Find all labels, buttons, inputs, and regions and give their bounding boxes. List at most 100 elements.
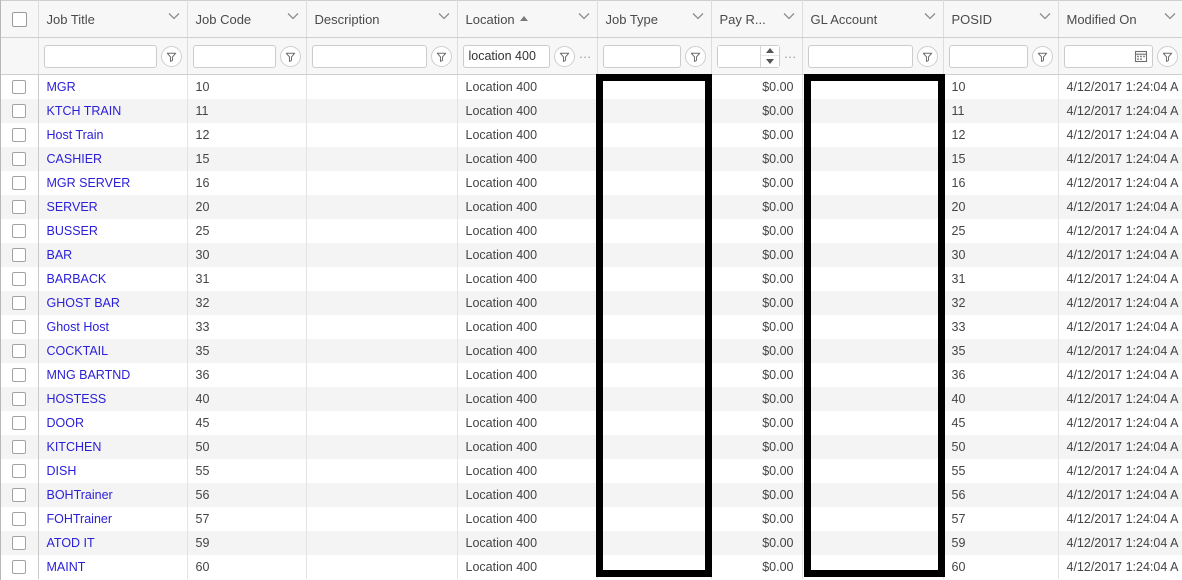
select-all-checkbox[interactable]: [11, 12, 27, 28]
job-title-link[interactable]: ATOD IT: [47, 536, 95, 550]
table-row[interactable]: ATOD IT 59 Location 400 $0.00 59 4/12/2017 1:…: [1, 530, 1182, 555]
row-select-cell[interactable]: [1, 386, 39, 411]
description-filter-input[interactable]: [311, 44, 427, 68]
column-header-pay-rate[interactable]: Pay R...: [711, 0, 803, 38]
job-code-filter-input[interactable]: [192, 44, 276, 68]
job-title-link[interactable]: FOHTrainer: [47, 512, 113, 526]
row-select-checkbox[interactable]: [12, 247, 27, 262]
table-row[interactable]: CASHIER 15 Location 400 $0.00 15 4/12/2017 1:…: [1, 146, 1182, 171]
row-select-checkbox[interactable]: [12, 367, 27, 382]
table-row[interactable]: SERVER 20 Location 400 $0.00 20 4/12/2017 1:2…: [1, 194, 1182, 219]
calendar-icon[interactable]: [1130, 44, 1153, 68]
job-title-link[interactable]: MGR SERVER: [47, 176, 131, 190]
location-filter-more-ellipsis[interactable]: ...: [579, 46, 591, 67]
gl-account-filter-input[interactable]: [807, 44, 913, 68]
chevron-down-icon[interactable]: [1163, 9, 1177, 23]
table-row[interactable]: DOOR 45 Location 400 $0.00 45 4/12/2017 1:24:…: [1, 410, 1182, 435]
job-title-link[interactable]: BUSSER: [47, 224, 98, 238]
spinner-down-icon[interactable]: [761, 56, 780, 67]
job-title-link[interactable]: Ghost Host: [47, 320, 110, 334]
row-select-checkbox[interactable]: [12, 151, 27, 166]
job-title-link[interactable]: BARBACK: [47, 272, 107, 286]
cell-job-title[interactable]: GHOST BAR: [38, 290, 188, 315]
column-header-gl-account[interactable]: GL Account: [802, 0, 944, 38]
row-select-checkbox[interactable]: [12, 103, 27, 118]
row-select-cell[interactable]: [1, 506, 39, 531]
row-select-checkbox[interactable]: [12, 175, 27, 190]
table-row[interactable]: MGR 10 Location 400 $0.00 10 4/12/2017 1:24:0…: [1, 74, 1182, 99]
row-select-checkbox[interactable]: [12, 511, 27, 526]
column-header-job-type[interactable]: Job Type: [597, 0, 712, 38]
table-row[interactable]: BAR 30 Location 400 $0.00 30 4/12/2017 1:24:0…: [1, 242, 1182, 267]
chevron-down-icon[interactable]: [437, 9, 451, 23]
row-select-cell[interactable]: [1, 242, 39, 267]
table-row[interactable]: MNG BARTND 36 Location 400 $0.00 36 4/12/2017…: [1, 362, 1182, 387]
table-row[interactable]: KITCHEN 50 Location 400 $0.00 50 4/12/2017 1:…: [1, 434, 1182, 459]
location-filter-operator-button[interactable]: [554, 45, 576, 67]
cell-job-title[interactable]: FOHTrainer: [38, 506, 188, 531]
row-select-cell[interactable]: [1, 170, 39, 195]
chevron-down-icon[interactable]: [577, 9, 591, 23]
cell-job-title[interactable]: DOOR: [38, 410, 188, 435]
row-select-checkbox[interactable]: [12, 271, 27, 286]
description-filter-operator-button[interactable]: [430, 45, 452, 67]
row-select-checkbox[interactable]: [12, 343, 27, 358]
job-title-link[interactable]: COCKTAIL: [47, 344, 109, 358]
cell-job-title[interactable]: ATOD IT: [38, 530, 188, 555]
cell-job-title[interactable]: COCKTAIL: [38, 338, 188, 363]
cell-job-title[interactable]: Ghost Host: [38, 314, 188, 339]
job-title-link[interactable]: MAINT: [47, 560, 86, 574]
posid-filter-input[interactable]: [948, 44, 1028, 68]
cell-job-title[interactable]: DISH: [38, 458, 188, 483]
row-select-cell[interactable]: [1, 122, 39, 147]
job-title-link[interactable]: MNG BARTND: [47, 368, 131, 382]
job-title-link[interactable]: KITCHEN: [47, 440, 102, 454]
job-title-link[interactable]: KTCH TRAIN: [47, 104, 122, 118]
gl-account-filter-operator-button[interactable]: [916, 45, 938, 67]
row-select-checkbox[interactable]: [12, 295, 27, 310]
modified-on-filter-operator-button[interactable]: [1156, 45, 1178, 67]
chevron-down-icon[interactable]: [286, 9, 300, 23]
row-select-checkbox[interactable]: [12, 535, 27, 550]
row-select-checkbox[interactable]: [12, 559, 27, 574]
row-select-cell[interactable]: [1, 482, 39, 507]
job-code-filter-operator-button[interactable]: [279, 45, 301, 67]
cell-job-title[interactable]: HOSTESS: [38, 386, 188, 411]
column-header-posid[interactable]: POSID: [943, 0, 1059, 38]
cell-job-title[interactable]: BARBACK: [38, 266, 188, 291]
table-row[interactable]: BUSSER 25 Location 400 $0.00 25 4/12/2017 1:2…: [1, 218, 1182, 243]
chevron-down-icon[interactable]: [923, 9, 937, 23]
table-row[interactable]: BOHTrainer 56 Location 400 $0.00 56 4/12/2017…: [1, 482, 1182, 507]
row-select-checkbox[interactable]: [12, 80, 27, 95]
spinner-up-icon[interactable]: [761, 45, 780, 56]
job-type-filter-operator-button[interactable]: [684, 45, 706, 67]
cell-job-title[interactable]: MNG BARTND: [38, 362, 188, 387]
table-row[interactable]: MAINT 60 Location 400 $0.00 60 4/12/2017 1:24…: [1, 554, 1182, 579]
cell-job-title[interactable]: MAINT: [38, 554, 188, 579]
cell-job-title[interactable]: MGR SERVER: [38, 170, 188, 195]
modified-on-filter-input[interactable]: [1063, 44, 1132, 68]
cell-job-title[interactable]: SERVER: [38, 194, 188, 219]
job-title-link[interactable]: MGR: [47, 80, 76, 94]
row-select-cell[interactable]: [1, 434, 39, 459]
cell-job-title[interactable]: KTCH TRAIN: [38, 98, 188, 123]
job-title-link[interactable]: DISH: [47, 464, 77, 478]
row-select-checkbox[interactable]: [12, 463, 27, 478]
row-select-cell[interactable]: [1, 314, 39, 339]
row-select-checkbox[interactable]: [12, 319, 27, 334]
job-title-link[interactable]: CASHIER: [47, 152, 103, 166]
row-select-checkbox[interactable]: [12, 223, 27, 238]
posid-filter-operator-button[interactable]: [1031, 45, 1053, 67]
pay-rate-filter-spinner[interactable]: [716, 44, 781, 68]
row-select-cell[interactable]: [1, 554, 39, 579]
column-header-modified-on[interactable]: Modified On: [1058, 0, 1182, 38]
row-select-cell[interactable]: [1, 290, 39, 315]
column-header-select-all[interactable]: [1, 0, 39, 38]
row-select-checkbox[interactable]: [12, 199, 27, 214]
column-header-location[interactable]: Location: [457, 0, 598, 38]
row-select-cell[interactable]: [1, 266, 39, 291]
table-row[interactable]: Host Train 12 Location 400 $0.00 12 4/12/2017…: [1, 122, 1182, 147]
chevron-down-icon[interactable]: [691, 9, 705, 23]
chevron-down-icon[interactable]: [167, 9, 181, 23]
row-select-checkbox[interactable]: [12, 487, 27, 502]
